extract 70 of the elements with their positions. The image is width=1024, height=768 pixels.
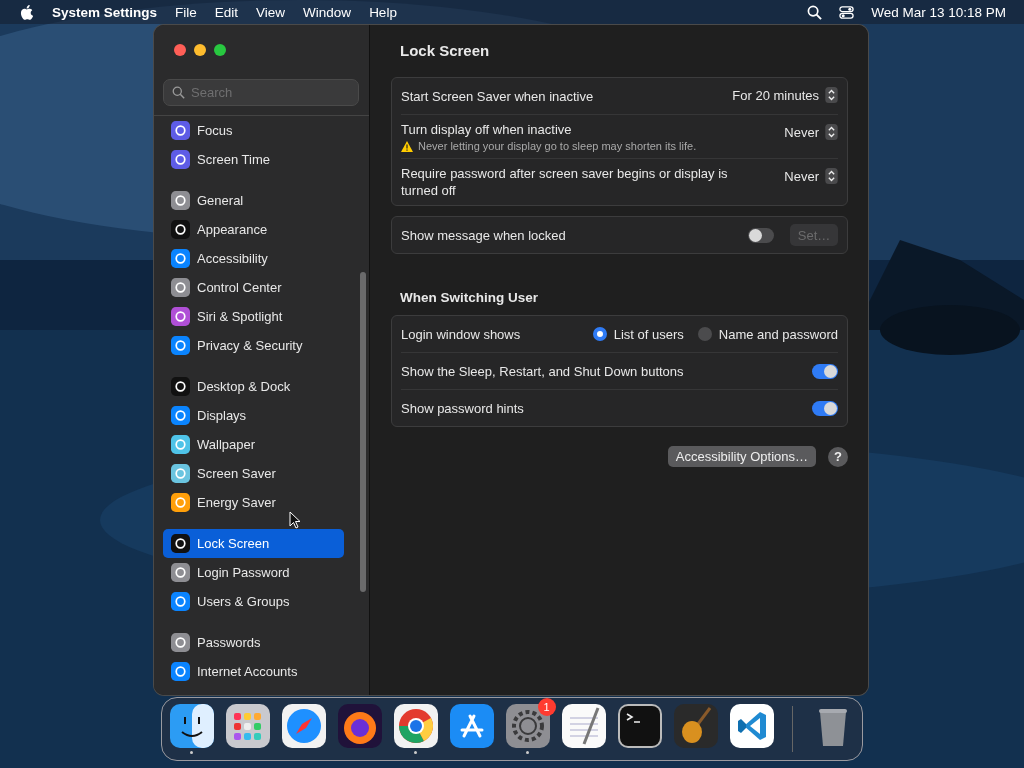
radio-label[interactable]: Name and password <box>718 326 838 342</box>
setting-label: Turn display off when inactive <box>401 121 573 138</box>
letter-a-icon[interactable] <box>449 704 494 748</box>
sidebar-item[interactable]: Screen Time <box>163 145 344 174</box>
accessibility-options-button[interactable]: Accessibility Options… <box>667 446 816 467</box>
menu-item[interactable]: Window <box>303 4 352 20</box>
face-icon[interactable] <box>169 704 214 748</box>
terminal-icon[interactable] <box>617 704 662 748</box>
sidebar-item[interactable]: Control Center <box>163 273 344 302</box>
menu-item[interactable]: View <box>256 4 286 20</box>
app-grid-icon[interactable] <box>225 704 270 748</box>
setting-label: Login window shows <box>401 325 522 343</box>
popup-button[interactable]: Never <box>784 168 838 184</box>
search-icon[interactable] <box>807 4 823 20</box>
search-icon <box>172 86 185 99</box>
sidebar-item[interactable]: Privacy & Security <box>163 331 344 360</box>
help-button[interactable]: ? <box>828 446 848 467</box>
page-title: Lock Screen <box>399 41 491 61</box>
sidebar-item[interactable]: Wallpaper <box>163 430 344 459</box>
chevron-updown-icon <box>825 87 838 103</box>
menu-bar-clock[interactable]: Wed Mar 13 10:18 PM <box>871 4 1006 20</box>
sidebar-item[interactable]: Screen Saver <box>163 459 344 488</box>
setting-label: Show the Sleep, Restart, and Shut Down buttons <box>401 362 685 380</box>
switches-icon[interactable] <box>839 4 855 20</box>
warning-icon <box>401 140 413 152</box>
compass-icon[interactable] <box>281 704 326 748</box>
setting-label: Show message when locked <box>401 226 567 244</box>
setting-label: Show password hints <box>401 399 525 417</box>
zoom-button[interactable] <box>214 44 226 56</box>
pointer-icon <box>289 511 301 529</box>
menu-item[interactable]: File <box>175 4 197 20</box>
sidebar-item[interactable]: Displays <box>163 401 344 430</box>
sidebar-item[interactable]: Appearance <box>163 215 344 244</box>
scrollbar[interactable] <box>360 272 366 592</box>
ribbon-logo-icon[interactable] <box>729 704 774 748</box>
popup-button[interactable]: For 20 minutes <box>732 87 838 103</box>
sidebar-item[interactable]: Passwords <box>163 628 344 657</box>
radio-label[interactable]: List of users <box>613 326 684 342</box>
menu-item[interactable]: Help <box>369 4 397 20</box>
sidebar-item[interactable]: Focus <box>163 116 344 145</box>
circle-logo-icon[interactable] <box>393 704 438 748</box>
sidebar-item[interactable]: Accessibility <box>163 244 344 273</box>
sidebar-item[interactable]: Login Password <box>163 558 344 587</box>
close-button[interactable] <box>174 44 186 56</box>
notepad-icon[interactable] <box>561 704 606 748</box>
apple-logo-icon[interactable] <box>20 4 33 20</box>
setting-label: Require password after screen saver begins or display is turned off <box>401 165 729 199</box>
sidebar-item[interactable]: Energy Saver <box>163 488 344 517</box>
sidebar-item[interactable]: Lock Screen <box>163 529 344 558</box>
radio-button[interactable] <box>697 327 712 341</box>
guitar-icon[interactable] <box>673 704 718 748</box>
toggle-switch[interactable] <box>812 363 838 379</box>
sidebar-item[interactable]: Desktop & Dock <box>163 372 344 401</box>
chevron-updown-icon <box>825 168 838 184</box>
radio-button[interactable] <box>592 327 607 341</box>
warning-text: Never letting your display go to sleep may shorten its life. <box>418 140 697 152</box>
sidebar-item[interactable]: Users & Groups <box>163 587 344 616</box>
sidebar-item[interactable]: General <box>163 186 344 215</box>
toggle-switch[interactable] <box>748 227 774 243</box>
menu-item[interactable]: Edit <box>214 4 239 20</box>
app-menu[interactable]: System Settings <box>52 4 158 20</box>
section-heading: When Switching User <box>399 289 539 307</box>
toggle-switch[interactable] <box>812 400 838 416</box>
sidebar-item[interactable]: Internet Accounts <box>163 657 344 686</box>
sidebar-item[interactable]: Siri & Spotlight <box>163 302 344 331</box>
chevron-updown-icon <box>825 124 838 140</box>
minimize-button[interactable] <box>194 44 206 56</box>
setting-label: Start Screen Saver when inactive <box>401 87 595 105</box>
popup-button[interactable]: Never <box>784 124 838 140</box>
fox-icon[interactable] <box>337 704 382 748</box>
